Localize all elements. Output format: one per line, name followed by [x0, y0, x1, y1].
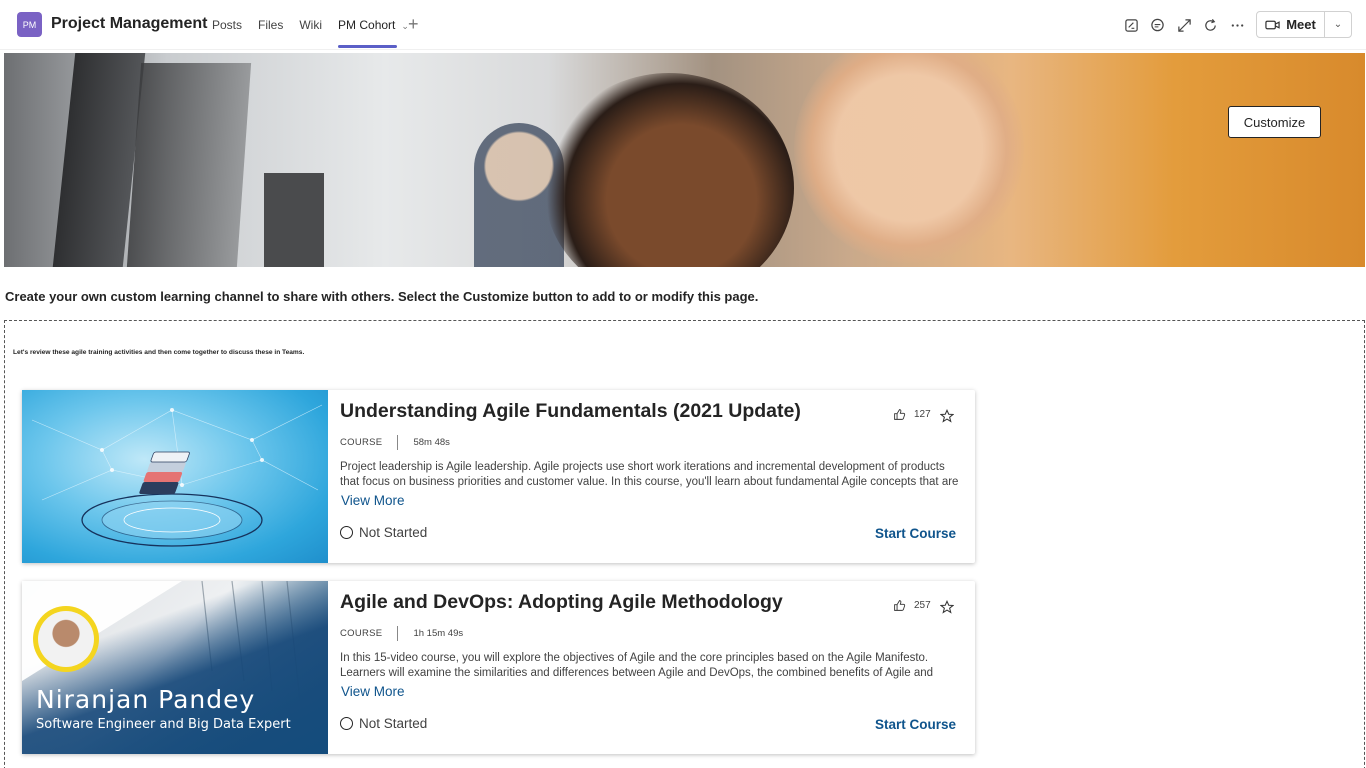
likes: 127 [893, 408, 931, 421]
course-type: COURSE [340, 628, 383, 639]
intro-text: Create your own custom learning channel … [5, 289, 759, 304]
status-label: Not Started [359, 525, 428, 540]
section-note: Let's review these agile training activi… [13, 349, 305, 356]
view-more-link[interactable]: View More [341, 493, 405, 508]
meta-divider [397, 626, 399, 641]
tab-wiki[interactable]: Wiki [291, 0, 330, 50]
channel-header: PM Project Management Posts Files Wiki P… [0, 0, 1366, 50]
banner-person-shape [794, 53, 1024, 263]
refresh-icon[interactable] [1198, 14, 1225, 36]
instructor-role: Software Engineer and Big Data Expert [36, 717, 291, 732]
start-course-button[interactable]: Start Course [875, 717, 956, 732]
banner-monitor-shape [126, 63, 252, 267]
course-meta: COURSE 1h 15m 49s [340, 626, 463, 641]
tab-label: Files [258, 18, 284, 32]
course-thumbnail[interactable]: Niranjan Pandey Software Engineer and Bi… [22, 581, 328, 754]
likes: 257 [893, 599, 931, 612]
instructor-photo [38, 611, 94, 667]
meet-dropdown-chevron-icon[interactable]: ⌄ [1325, 12, 1351, 37]
more-icon[interactable] [1224, 14, 1251, 36]
status-label: Not Started [359, 716, 428, 731]
view-more-link[interactable]: View More [341, 684, 405, 699]
chat-icon[interactable] [1145, 14, 1172, 36]
thumbs-up-icon[interactable] [893, 599, 906, 612]
tab-label: PM Cohort [338, 18, 396, 32]
meet-button-group: Meet ⌄ [1256, 11, 1352, 38]
banner-person-shape [544, 73, 794, 267]
team-avatar[interactable]: PM [17, 12, 42, 37]
video-camera-icon [1265, 20, 1280, 29]
tab-label: Wiki [299, 18, 323, 32]
star-icon[interactable] [939, 600, 955, 619]
hero-banner-image [4, 53, 1365, 267]
instructor-avatar [33, 606, 99, 672]
course-duration: 58m 48s [413, 437, 450, 448]
thumbs-up-icon[interactable] [893, 408, 906, 421]
course-card[interactable]: Niranjan Pandey Software Engineer and Bi… [22, 581, 975, 754]
star-icon[interactable] [939, 409, 955, 428]
course-title[interactable]: Understanding Agile Fundamentals (2021 U… [340, 400, 801, 423]
course-description: Project leadership is Agile leadership. … [340, 461, 959, 488]
start-course-button[interactable]: Start Course [875, 526, 956, 541]
network-illustration-icon [31, 404, 323, 547]
course-type: COURSE [340, 437, 383, 448]
banner-monitor-shape [264, 173, 324, 267]
add-tab-icon[interactable]: + [408, 14, 419, 34]
course-meta: COURSE 58m 48s [340, 435, 450, 450]
course-duration: 1h 15m 49s [413, 628, 464, 639]
team-name: Project Management [51, 15, 208, 32]
tab-posts[interactable]: Posts [204, 0, 250, 50]
meet-label: Meet [1286, 17, 1316, 32]
tab-label: Posts [212, 18, 243, 32]
course-status: Not Started [340, 525, 427, 540]
channel-tabs: Posts Files Wiki PM Cohort ⌄ [204, 0, 417, 50]
instructor-name: Niranjan Pandey [36, 685, 256, 714]
expand-icon[interactable] [1171, 14, 1198, 36]
course-title[interactable]: Agile and DevOps: Adopting Agile Methodo… [340, 591, 783, 614]
status-circle-icon [340, 526, 353, 539]
course-description: In this 15-video course, you will explor… [340, 652, 934, 679]
status-circle-icon [340, 717, 353, 730]
header-actions [1118, 14, 1251, 36]
likes-count: 257 [914, 600, 931, 611]
tab-files[interactable]: Files [250, 0, 291, 50]
meet-button[interactable]: Meet [1257, 12, 1325, 37]
likes-count: 127 [914, 409, 931, 420]
course-status: Not Started [340, 716, 427, 731]
course-card[interactable]: Understanding Agile Fundamentals (2021 U… [22, 390, 975, 563]
meta-divider [397, 435, 399, 450]
whiteboard-icon[interactable] [1118, 14, 1145, 36]
tab-pm-cohort[interactable]: PM Cohort ⌄ [330, 0, 417, 50]
customize-button[interactable]: Customize [1228, 106, 1321, 138]
course-thumbnail[interactable] [22, 390, 328, 563]
